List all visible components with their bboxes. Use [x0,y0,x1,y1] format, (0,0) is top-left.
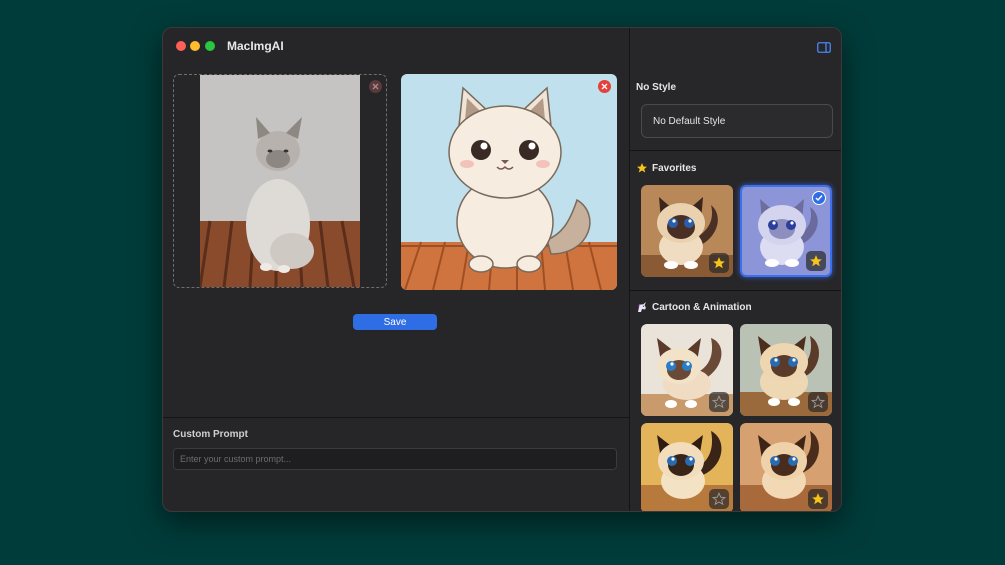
divider [630,290,841,291]
style-tile-cartoon-2[interactable] [740,324,832,416]
unicorn-icon [638,302,646,312]
minimize-window-button[interactable] [190,41,200,51]
app-title: MacImgAI [227,39,284,53]
style-tile-cartoon-3[interactable] [641,423,733,511]
checkmark-icon [815,195,823,202]
default-style-selector[interactable]: No Default Style [641,104,833,138]
star-outline-icon [811,395,825,409]
sidebar-toggle-icon [817,42,831,53]
style-tile-cartoon-4[interactable] [740,423,832,511]
star-outline-icon [712,492,726,506]
source-photo [200,75,360,287]
style-tile-cartoon-1[interactable] [641,324,733,416]
custom-prompt-label: Custom Prompt [173,429,248,440]
save-button[interactable]: Save [353,314,437,330]
title-bar: MacImgAI [163,28,629,64]
favorite-toggle[interactable] [808,489,828,509]
close-window-button[interactable] [176,41,186,51]
custom-prompt-input[interactable] [173,448,617,470]
star-filled-icon [713,257,725,269]
style-sidebar: No Style No Default Style Favorites Cart… [629,28,841,511]
sidebar-toggle-button[interactable] [817,40,831,58]
star-filled-icon [812,493,824,505]
editor-pane: Save Custom Prompt [163,64,629,511]
no-style-title: No Style [636,82,677,93]
close-icon [601,83,608,90]
remove-source-button[interactable] [369,80,382,93]
source-image-dropzone[interactable] [173,74,387,288]
favorite-toggle[interactable] [709,392,729,412]
star-filled-icon [810,255,822,267]
style-tile-favorite-2[interactable] [740,185,832,277]
remove-result-button[interactable] [598,80,611,93]
favorite-toggle[interactable] [709,253,729,273]
app-window: MacImgAI Save Custom Prompt Enter your c… [162,27,842,512]
divider [630,150,841,151]
zoom-window-button[interactable] [205,41,215,51]
favorite-toggle[interactable] [806,251,826,271]
generated-image[interactable] [401,74,617,290]
favorite-toggle[interactable] [709,489,729,509]
star-icon [637,163,647,173]
close-icon [372,83,379,90]
cartoon-animation-title: Cartoon & Animation [636,301,752,313]
favorites-title: Favorites [636,162,696,174]
selected-checkmark-badge [812,191,826,205]
star-outline-icon [712,395,726,409]
divider [163,417,629,418]
favorite-toggle[interactable] [808,392,828,412]
style-tile-favorite-1[interactable] [641,185,733,277]
